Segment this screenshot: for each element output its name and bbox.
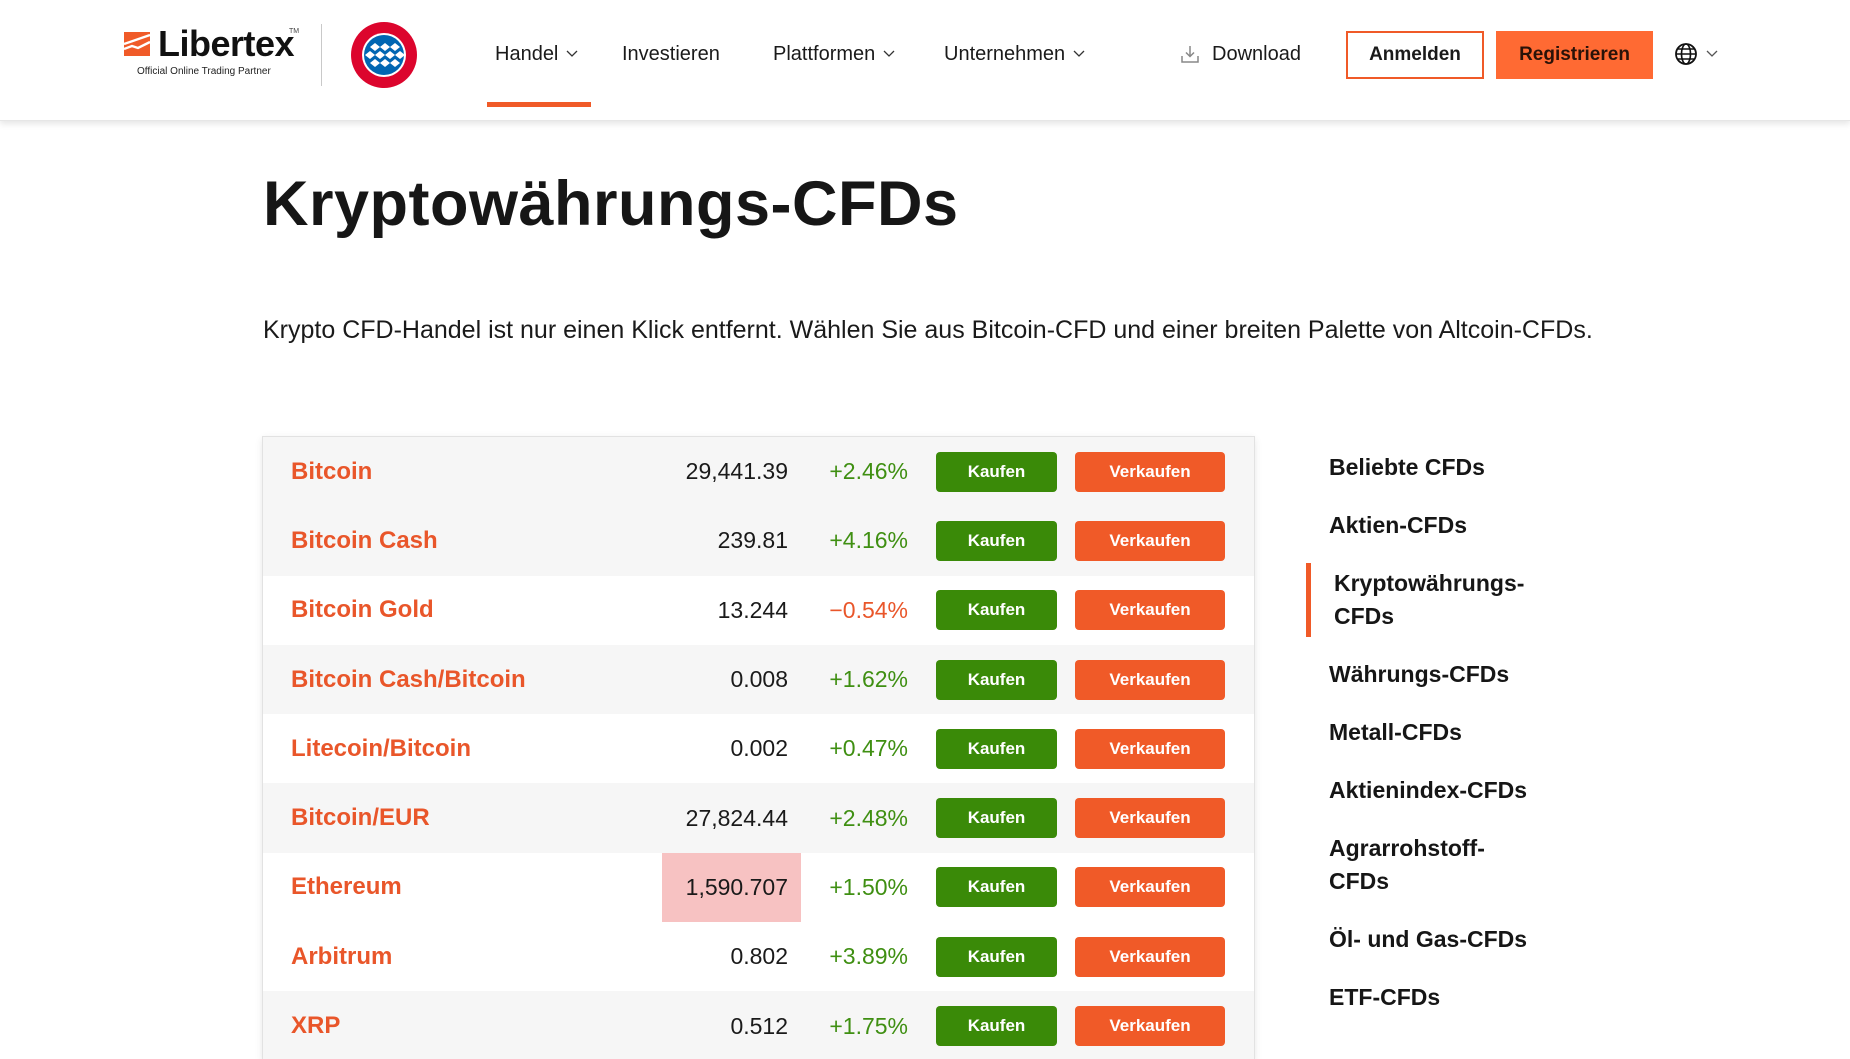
sell-button[interactable]: Verkaufen: [1075, 867, 1225, 908]
sell-button[interactable]: Verkaufen: [1075, 590, 1225, 631]
libertex-mark-icon: [124, 32, 150, 56]
instrument-change: −0.54%: [829, 596, 908, 623]
download-label: Download: [1212, 43, 1301, 65]
instrument-name[interactable]: Bitcoin/EUR: [291, 804, 430, 832]
chevron-down-icon: [883, 50, 895, 57]
instrument-price: 13.244: [717, 596, 788, 623]
sidebar-item[interactable]: Aktienindex-CFDs: [1306, 774, 1566, 807]
sidebar-item[interactable]: Währungs-CFDs: [1306, 658, 1566, 691]
download-link[interactable]: Download: [1180, 40, 1301, 68]
instrument-row: Bitcoin Cash 239.81 +4.16% Kaufen Verkaufen: [263, 506, 1254, 576]
instrument-row: Arbitrum 0.802 +3.89% Kaufen Verkaufen: [263, 922, 1254, 991]
nav-label: Handel: [495, 43, 559, 65]
instrument-price: 29,441.39: [685, 458, 788, 485]
sidebar-item[interactable]: Kryptowährungs- CFDs: [1306, 563, 1536, 637]
sell-button[interactable]: Verkaufen: [1075, 659, 1225, 700]
brand-name: Libertex: [158, 23, 295, 64]
register-button[interactable]: Registrieren: [1496, 31, 1653, 79]
language-selector[interactable]: [1674, 42, 1718, 66]
instrument-name[interactable]: Bitcoin Gold: [291, 596, 434, 624]
nav-label: Plattformen: [773, 43, 876, 65]
sell-button[interactable]: Verkaufen: [1075, 798, 1225, 839]
sidebar-item[interactable]: Agrarrohstoff- CFDs: [1306, 832, 1536, 898]
instrument-change: +1.50%: [829, 873, 908, 900]
instrument-row: Ethereum 1,590.707 +1.50% Kaufen Verkaufen: [263, 852, 1254, 922]
nav-handel[interactable]: Handel: [495, 40, 578, 68]
buy-button[interactable]: Kaufen: [936, 590, 1057, 631]
buy-button[interactable]: Kaufen: [936, 1006, 1057, 1047]
fc-bayern-logo-icon[interactable]: [348, 19, 420, 91]
nav-unternehmen[interactable]: Unternehmen: [944, 40, 1085, 68]
login-button[interactable]: Anmelden: [1346, 31, 1484, 79]
instrument-name[interactable]: Bitcoin Cash/Bitcoin: [291, 666, 526, 694]
instrument-price: 0.512: [730, 1012, 788, 1039]
sidebar-item[interactable]: Öl- und Gas-CFDs: [1306, 923, 1566, 956]
instrument-name[interactable]: XRP: [291, 1012, 340, 1040]
nav-investieren[interactable]: Investieren: [622, 40, 720, 68]
instrument-change: +0.47%: [829, 735, 908, 762]
chevron-down-icon: [1706, 50, 1718, 57]
category-sidebar: Beliebte CFDs Aktien-CFDs Kryptowährungs- C…: [1306, 451, 1566, 1039]
download-icon: [1181, 46, 1199, 63]
instrument-change: +1.62%: [829, 666, 908, 693]
nav-plattformen[interactable]: Plattformen: [773, 40, 895, 68]
instrument-name[interactable]: Arbitrum: [291, 943, 392, 971]
instrument-price: 0.002: [730, 735, 788, 762]
instrument-name[interactable]: Bitcoin: [291, 458, 372, 486]
instrument-price: 27,824.44: [685, 804, 788, 831]
instrument-change: +1.75%: [829, 1012, 908, 1039]
sidebar-item[interactable]: ETF-CFDs: [1306, 981, 1566, 1014]
buy-button[interactable]: Kaufen: [936, 798, 1057, 839]
active-nav-indicator: [487, 102, 591, 107]
instrument-change: +2.48%: [829, 804, 908, 831]
trademark: TM: [289, 28, 300, 35]
instrument-name[interactable]: Ethereum: [291, 873, 402, 901]
buy-button[interactable]: Kaufen: [936, 936, 1057, 977]
sell-button[interactable]: Verkaufen: [1075, 936, 1225, 977]
logo-divider: [321, 24, 322, 86]
libertex-logo[interactable]: Libertex TM Official Online Trading Part…: [124, 23, 300, 82]
buy-button[interactable]: Kaufen: [936, 451, 1057, 492]
instrument-row: Bitcoin Cash/Bitcoin 0.008 +1.62% Kaufen Ver…: [263, 644, 1254, 715]
sidebar-item[interactable]: Aktien-CFDs: [1306, 509, 1566, 542]
sell-button[interactable]: Verkaufen: [1075, 520, 1225, 561]
instrument-price: 239.81: [717, 527, 788, 554]
instrument-row: XRP 0.512 +1.75% Kaufen Verkaufen: [263, 991, 1254, 1059]
instrument-price: 1,590.707: [661, 852, 801, 922]
instrument-table: Bitcoin 29,441.39 +2.46% Kaufen Verkaufen Bit…: [263, 437, 1254, 1059]
instrument-change: +2.46%: [829, 458, 908, 485]
buy-button[interactable]: Kaufen: [936, 867, 1057, 908]
instrument-row: Bitcoin Gold 13.244 −0.54% Kaufen Verkaufen: [263, 576, 1254, 645]
nav-label: Unternehmen: [944, 43, 1066, 65]
instrument-price: 0.008: [730, 666, 788, 693]
nav-label: Investieren: [622, 43, 720, 65]
instrument-change: +4.16%: [829, 527, 908, 554]
instrument-name[interactable]: Bitcoin Cash: [291, 527, 438, 555]
site-header: Libertex TM Official Online Trading Part…: [0, 0, 1850, 121]
globe-icon: [1675, 43, 1697, 65]
buy-button[interactable]: Kaufen: [936, 520, 1057, 561]
page-title: Kryptowährungs-CFDs: [263, 169, 959, 239]
intro-text: Krypto CFD-Handel ist nur einen Klick en…: [263, 316, 1593, 344]
instrument-row: Bitcoin/EUR 27,824.44 +2.48% Kaufen Verkaufe…: [263, 783, 1254, 853]
sell-button[interactable]: Verkaufen: [1075, 1006, 1225, 1047]
sidebar-item[interactable]: Metall-CFDs: [1306, 716, 1566, 749]
chevron-down-icon: [566, 50, 578, 57]
chevron-down-icon: [1073, 50, 1085, 57]
sell-button[interactable]: Verkaufen: [1075, 451, 1225, 492]
instrument-price: 0.802: [730, 943, 788, 970]
sell-button[interactable]: Verkaufen: [1075, 728, 1225, 769]
instrument-row: Bitcoin 29,441.39 +2.46% Kaufen Verkaufen: [263, 437, 1254, 507]
sidebar-item[interactable]: Beliebte CFDs: [1306, 451, 1566, 484]
buy-button[interactable]: Kaufen: [936, 728, 1057, 769]
buy-button[interactable]: Kaufen: [936, 659, 1057, 700]
instrument-name[interactable]: Litecoin/Bitcoin: [291, 735, 471, 763]
brand-tagline: Official Online Trading Partner: [137, 66, 271, 77]
instrument-change: +3.89%: [829, 943, 908, 970]
instrument-row: Litecoin/Bitcoin 0.002 +0.47% Kaufen Verkauf…: [263, 714, 1254, 783]
